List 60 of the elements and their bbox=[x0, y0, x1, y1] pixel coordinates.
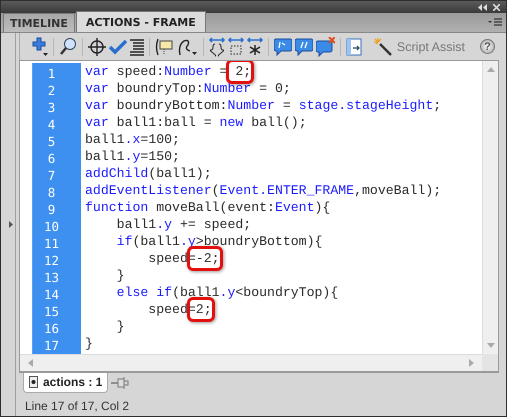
line-number: 2 bbox=[46, 82, 56, 99]
line-number: 9 bbox=[46, 201, 56, 218]
script-assist-button[interactable]: Script Assist bbox=[374, 38, 465, 56]
script-tab[interactable]: actions : 1 bbox=[23, 373, 108, 393]
code-line: function moveBall(event:Event){ bbox=[85, 199, 332, 216]
code-line: ball1.y=150; bbox=[85, 148, 181, 165]
line-number: 3 bbox=[46, 99, 56, 116]
code-hint-icon[interactable] bbox=[155, 36, 173, 56]
line-number: 5 bbox=[46, 133, 56, 150]
add-icon[interactable] bbox=[32, 36, 48, 56]
code-line: var boundryTop:Number = 0; bbox=[85, 80, 292, 97]
line-number: 16 bbox=[42, 320, 60, 337]
wand-icon bbox=[374, 38, 392, 56]
collapse-icon[interactable] bbox=[478, 4, 487, 10]
line-number: 1 bbox=[46, 65, 56, 82]
code-line: var boundryBottom:Number = stage.stageHeight; bbox=[85, 97, 442, 114]
scrollbar-corner bbox=[482, 354, 498, 371]
remove-comment-icon[interactable] bbox=[316, 36, 335, 56]
find-icon[interactable] bbox=[59, 36, 77, 56]
help-button[interactable]: ? bbox=[480, 39, 495, 54]
line-number: 4 bbox=[46, 116, 56, 133]
expand-icon[interactable] bbox=[9, 221, 13, 228]
menu-icon[interactable] bbox=[488, 18, 502, 27]
code-line: } bbox=[85, 335, 94, 352]
line-number: 11 bbox=[42, 235, 60, 252]
target-icon[interactable] bbox=[88, 36, 106, 56]
collapse-braces-icon[interactable] bbox=[209, 36, 225, 56]
line-comment-icon[interactable] bbox=[295, 36, 313, 56]
expand-all-icon[interactable] bbox=[247, 36, 263, 56]
code-line: ball1.x=100; bbox=[85, 131, 181, 148]
line-number: 6 bbox=[46, 150, 56, 167]
code-line: addChild(ball1); bbox=[85, 165, 213, 182]
line-number: 13 bbox=[42, 269, 60, 286]
code-line: var ball1:ball = new ball(); bbox=[85, 114, 308, 131]
pin-icon[interactable] bbox=[111, 376, 130, 390]
line-number: 15 bbox=[42, 303, 60, 320]
line-number: 14 bbox=[42, 286, 60, 303]
panel-tab[interactable]: ACTIONS - FRAME bbox=[76, 11, 206, 32]
panel-tab[interactable]: TIMELINE bbox=[3, 13, 75, 32]
code-line: } bbox=[116, 318, 126, 335]
code-line: addEventListener(Event.ENTER_FRAME,moveBall); bbox=[85, 182, 442, 199]
code-line: } bbox=[116, 267, 126, 284]
code-line: if(ball1.y>boundryBottom){ bbox=[116, 233, 324, 250]
highlight-box bbox=[186, 297, 215, 322]
line-number: 7 bbox=[46, 167, 56, 184]
line-number: 12 bbox=[42, 252, 60, 269]
highlight-box bbox=[186, 246, 223, 271]
block-comment-icon[interactable] bbox=[274, 36, 292, 56]
document-icon bbox=[29, 376, 38, 388]
close-icon[interactable] bbox=[493, 4, 500, 10]
code-line: else if(ball1.y<boundryTop){ bbox=[116, 284, 340, 301]
line-number: 8 bbox=[46, 184, 56, 201]
line-number: 10 bbox=[42, 218, 60, 235]
highlight-box bbox=[226, 61, 254, 84]
code-line: ball1.y += speed; bbox=[116, 216, 252, 233]
collapse-selection-icon[interactable] bbox=[228, 36, 244, 56]
format-icon[interactable] bbox=[130, 36, 144, 56]
panel-toggle-icon[interactable] bbox=[346, 36, 362, 56]
line-number: 17 bbox=[42, 337, 60, 354]
status-bar-text: Line 17 of 17, Col 2 bbox=[24, 398, 130, 413]
